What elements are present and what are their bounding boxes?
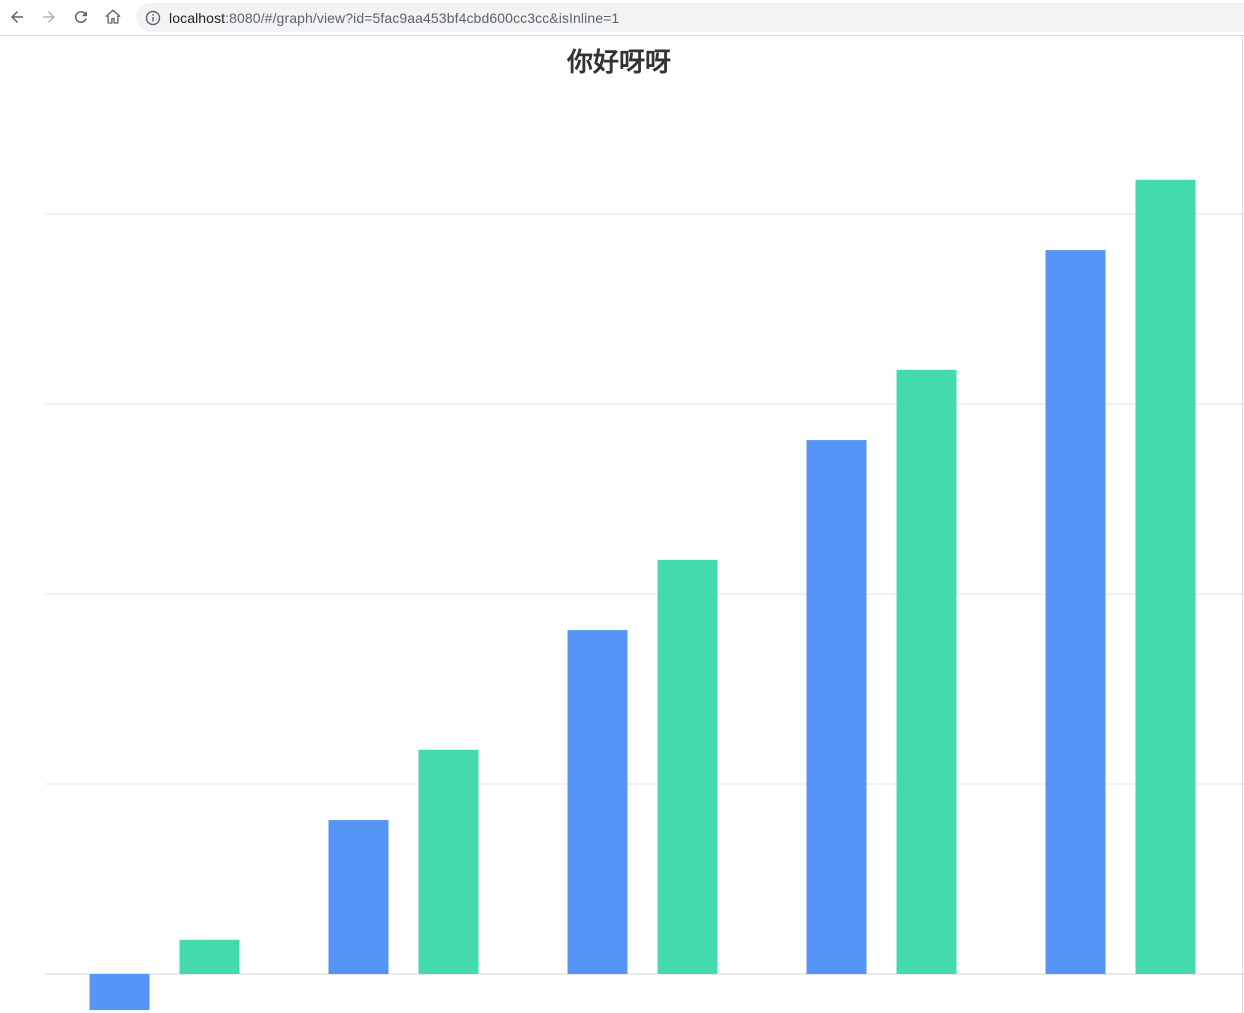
bar-series-1-category-3[interactable] [567, 630, 628, 974]
bar-series-1-category-4[interactable] [806, 440, 867, 975]
bar-series-1-category-2[interactable] [328, 820, 389, 974]
bar-chart [45, 179, 1244, 1011]
bar-series-2-category-3[interactable] [657, 559, 718, 974]
bar-series-2-category-5[interactable] [1135, 179, 1196, 975]
bar-series-1-category-1[interactable] [89, 974, 150, 1011]
bar-series-2-category-4[interactable] [896, 369, 957, 974]
bar-series-2-category-1[interactable] [179, 939, 240, 974]
bar-series-1-category-5[interactable] [1045, 250, 1106, 975]
bar-series-2-category-2[interactable] [418, 749, 479, 974]
